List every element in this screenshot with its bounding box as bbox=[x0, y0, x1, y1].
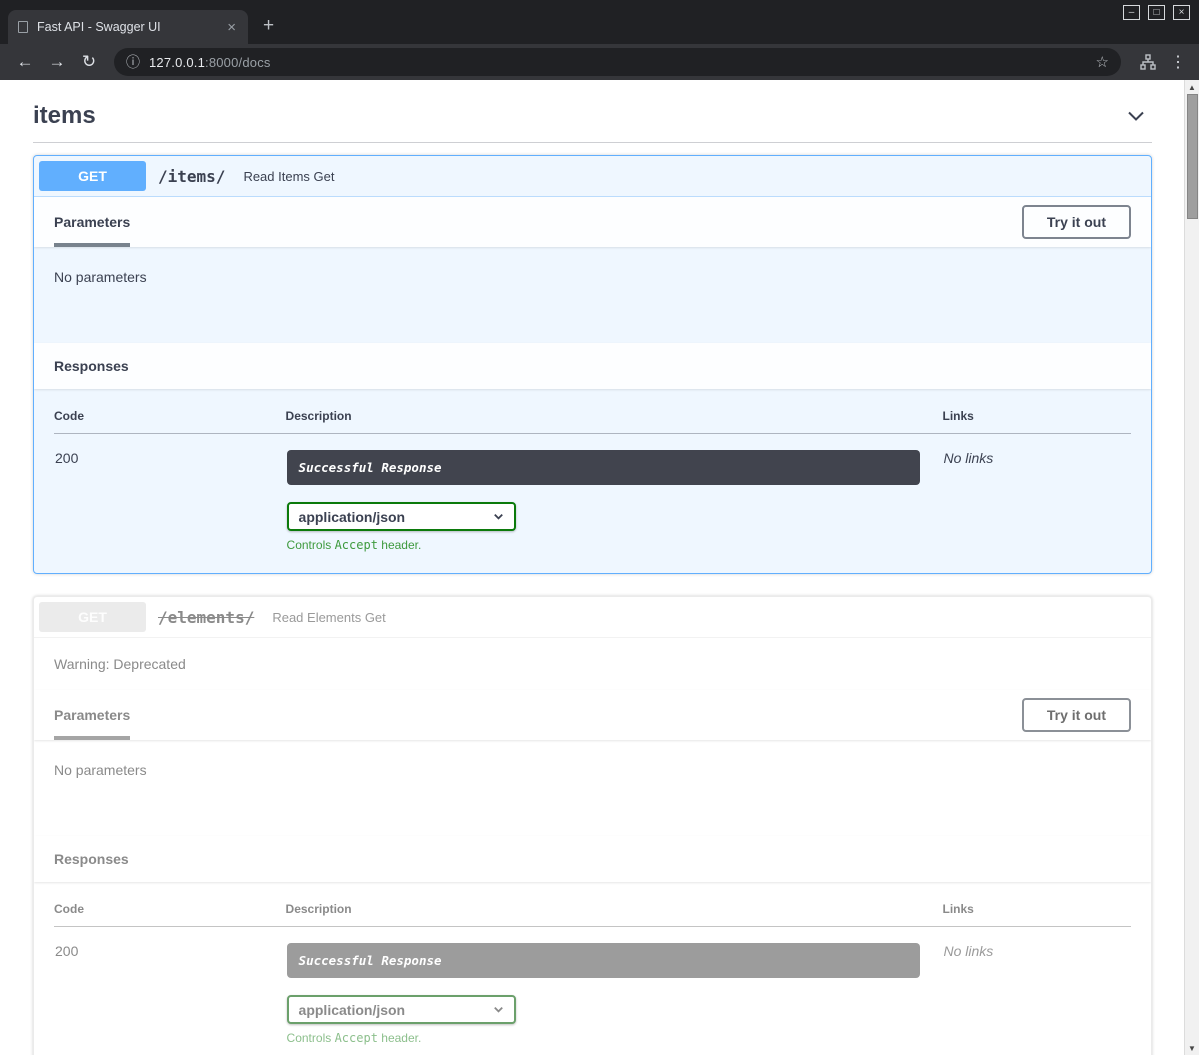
responses-header: Responses bbox=[34, 836, 1151, 882]
column-code: Code bbox=[54, 902, 286, 927]
no-parameters-text: No parameters bbox=[54, 762, 147, 778]
responses-table: Code Description Links 200 Successful Re… bbox=[54, 902, 1131, 1046]
tag-section-header[interactable]: items bbox=[33, 88, 1152, 143]
method-badge: GET bbox=[39, 602, 146, 632]
chevron-down-icon bbox=[492, 510, 505, 523]
response-description: Successful Response bbox=[287, 943, 920, 978]
scrollbar-thumb[interactable] bbox=[1187, 94, 1198, 219]
responses-title: Responses bbox=[54, 851, 129, 867]
response-links: No links bbox=[943, 927, 1131, 1047]
url-path: :8000/docs bbox=[205, 55, 271, 70]
site-info-icon[interactable]: ⓘ bbox=[126, 52, 140, 72]
sitemap-icon[interactable] bbox=[1131, 53, 1165, 71]
parameters-section: No parameters bbox=[34, 247, 1151, 343]
minimize-button[interactable]: – bbox=[1123, 5, 1140, 20]
response-row: 200 Successful Response application/json… bbox=[54, 434, 1131, 554]
responses-header: Responses bbox=[34, 343, 1151, 389]
opblock-summary[interactable]: GET /elements/ Read Elements Get bbox=[34, 597, 1151, 638]
bookmark-star-icon[interactable]: ☆ bbox=[1096, 53, 1109, 71]
forward-icon[interactable]: → bbox=[42, 52, 72, 72]
responses-title: Responses bbox=[54, 358, 129, 374]
scrollbar[interactable]: ▲ ▼ bbox=[1184, 80, 1199, 1055]
page-icon bbox=[18, 21, 28, 33]
response-links: No links bbox=[943, 434, 1131, 554]
response-code: 200 bbox=[54, 434, 286, 554]
parameters-header: Parameters Try it out bbox=[34, 197, 1151, 247]
accept-header-note: Controls Accept header. bbox=[287, 538, 942, 552]
opblock-summary[interactable]: GET /items/ Read Items Get bbox=[34, 156, 1151, 197]
menu-icon[interactable]: ⋮ bbox=[1167, 52, 1189, 72]
browser-toolbar: ← → ↻ ⓘ 127.0.0.1:8000/docs ☆ ⋮ bbox=[0, 44, 1199, 80]
url-text[interactable]: 127.0.0.1:8000/docs bbox=[149, 55, 1096, 70]
try-it-out-button[interactable]: Try it out bbox=[1022, 698, 1131, 732]
parameters-tab[interactable]: Parameters bbox=[54, 197, 130, 247]
chevron-down-icon bbox=[492, 1003, 505, 1016]
responses-table: Code Description Links 200 Successful Re… bbox=[54, 409, 1131, 553]
parameters-section: No parameters bbox=[34, 740, 1151, 836]
window-controls: – □ × bbox=[1123, 5, 1190, 20]
scroll-down-icon[interactable]: ▼ bbox=[1188, 1041, 1196, 1055]
deprecation-warning: Warning: Deprecated bbox=[34, 638, 1151, 690]
address-bar[interactable]: ⓘ 127.0.0.1:8000/docs ☆ bbox=[114, 48, 1121, 76]
column-code: Code bbox=[54, 409, 286, 434]
response-code: 200 bbox=[54, 927, 286, 1047]
section-title: items bbox=[33, 102, 96, 130]
maximize-button[interactable]: □ bbox=[1148, 5, 1165, 20]
opblock-get-elements: GET /elements/ Read Elements Get Warning… bbox=[33, 596, 1152, 1055]
column-links: Links bbox=[943, 409, 1131, 434]
tab-title: Fast API - Swagger UI bbox=[37, 20, 216, 34]
column-description: Description bbox=[286, 409, 943, 434]
scroll-up-icon[interactable]: ▲ bbox=[1188, 80, 1196, 94]
back-icon[interactable]: ← bbox=[10, 52, 40, 72]
tab-close-icon[interactable]: × bbox=[225, 19, 238, 36]
endpoint-summary: Read Items Get bbox=[243, 169, 334, 184]
no-parameters-text: No parameters bbox=[54, 269, 147, 285]
try-it-out-button[interactable]: Try it out bbox=[1022, 205, 1131, 239]
opblock-get-items: GET /items/ Read Items Get Parameters Tr… bbox=[33, 155, 1152, 574]
titlebar: Fast API - Swagger UI × + – □ × bbox=[0, 0, 1199, 44]
media-type-value: application/json bbox=[299, 1002, 406, 1018]
method-badge: GET bbox=[39, 161, 146, 191]
parameters-tab[interactable]: Parameters bbox=[54, 690, 130, 740]
browser-tab[interactable]: Fast API - Swagger UI × bbox=[8, 10, 248, 44]
response-description: Successful Response bbox=[287, 450, 920, 485]
column-description: Description bbox=[286, 902, 943, 927]
parameters-header: Parameters Try it out bbox=[34, 690, 1151, 740]
media-type-select[interactable]: application/json bbox=[287, 502, 516, 531]
media-type-select[interactable]: application/json bbox=[287, 995, 516, 1024]
url-host: 127.0.0.1 bbox=[149, 55, 205, 70]
media-type-value: application/json bbox=[299, 509, 406, 525]
column-links: Links bbox=[943, 902, 1131, 927]
close-button[interactable]: × bbox=[1173, 5, 1190, 20]
response-row: 200 Successful Response application/json… bbox=[54, 927, 1131, 1047]
endpoint-path: /elements/ bbox=[158, 608, 254, 627]
new-tab-button[interactable]: + bbox=[263, 15, 274, 37]
endpoint-path: /items/ bbox=[158, 167, 225, 186]
accept-header-note: Controls Accept header. bbox=[287, 1031, 942, 1045]
responses-section: Code Description Links 200 Successful Re… bbox=[34, 389, 1151, 573]
collapse-chevron-icon[interactable] bbox=[1124, 104, 1152, 128]
reload-icon[interactable]: ↻ bbox=[74, 52, 104, 72]
endpoint-summary: Read Elements Get bbox=[272, 610, 385, 625]
swagger-page: items GET /items/ Read Items Get Paramet… bbox=[0, 80, 1184, 1055]
responses-section: Code Description Links 200 Successful Re… bbox=[34, 882, 1151, 1055]
